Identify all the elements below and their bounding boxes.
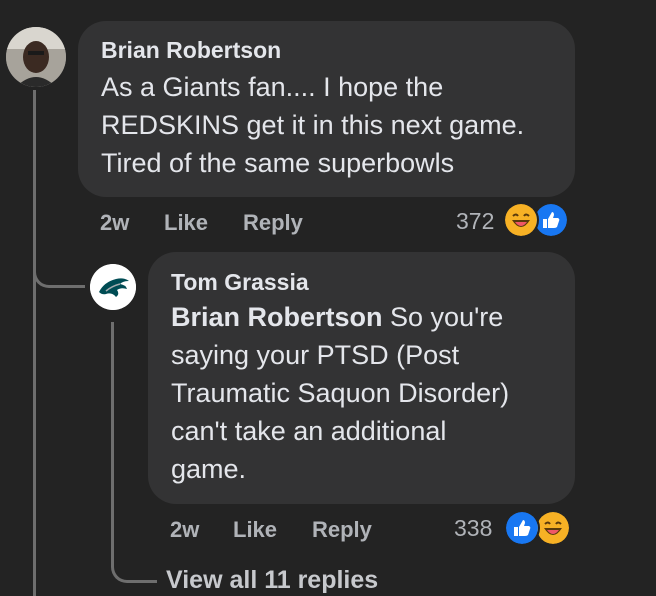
comment-author[interactable]: Tom Grassia	[171, 269, 575, 296]
comment-line: can't take an additional	[171, 416, 447, 446]
thread-line-reply	[111, 322, 114, 562]
laughing-emoji-icon[interactable]	[535, 510, 571, 546]
avatar[interactable]	[6, 27, 66, 87]
comment-line: saying your PTSD (Post	[171, 340, 460, 370]
comment-line: Brian Robertson So you're	[171, 302, 504, 332]
comment-timestamp[interactable]: 2w	[100, 210, 129, 236]
comment-bubble: Brian Robertson As a Giants fan.... I ho…	[78, 21, 575, 197]
like-button[interactable]: Like	[164, 210, 208, 236]
comment-line: REDSKINS get it in this next game.	[101, 110, 525, 140]
comment-text: Brian Robertson So you're saying your PT…	[171, 298, 575, 488]
like-button[interactable]: Like	[233, 517, 277, 543]
thread-branch-view-replies	[111, 550, 157, 583]
comment-line: As a Giants fan.... I hope the	[101, 72, 444, 102]
comment-text: As a Giants fan.... I hope the REDSKINS …	[101, 68, 575, 182]
user-photo-icon	[6, 27, 66, 87]
comment-thread: Brian Robertson As a Giants fan.... I ho…	[0, 0, 656, 596]
comment-timestamp[interactable]: 2w	[170, 517, 199, 543]
like-thumb-icon[interactable]	[504, 510, 540, 546]
comment-bubble: Tom Grassia Brian Robertson So you're sa…	[148, 252, 575, 504]
laughing-emoji-icon[interactable]	[503, 202, 539, 238]
thread-branch-reply	[33, 255, 85, 288]
mention-link[interactable]: Brian Robertson	[171, 302, 383, 332]
eagles-logo-icon	[90, 264, 136, 310]
view-all-replies-link[interactable]: View all 11 replies	[166, 566, 378, 595]
comment-line: Traumatic Saquon Disorder)	[171, 378, 510, 408]
thread-line-main	[33, 90, 36, 596]
reaction-count[interactable]: 372	[456, 208, 494, 235]
reply-button[interactable]: Reply	[243, 210, 303, 236]
comment-author[interactable]: Brian Robertson	[101, 37, 575, 64]
comment-line: Tired of the same superbowls	[101, 148, 455, 178]
comment-line: game.	[171, 454, 247, 484]
reaction-count[interactable]: 338	[454, 515, 492, 542]
reply-button[interactable]: Reply	[312, 517, 372, 543]
avatar[interactable]	[90, 264, 136, 310]
